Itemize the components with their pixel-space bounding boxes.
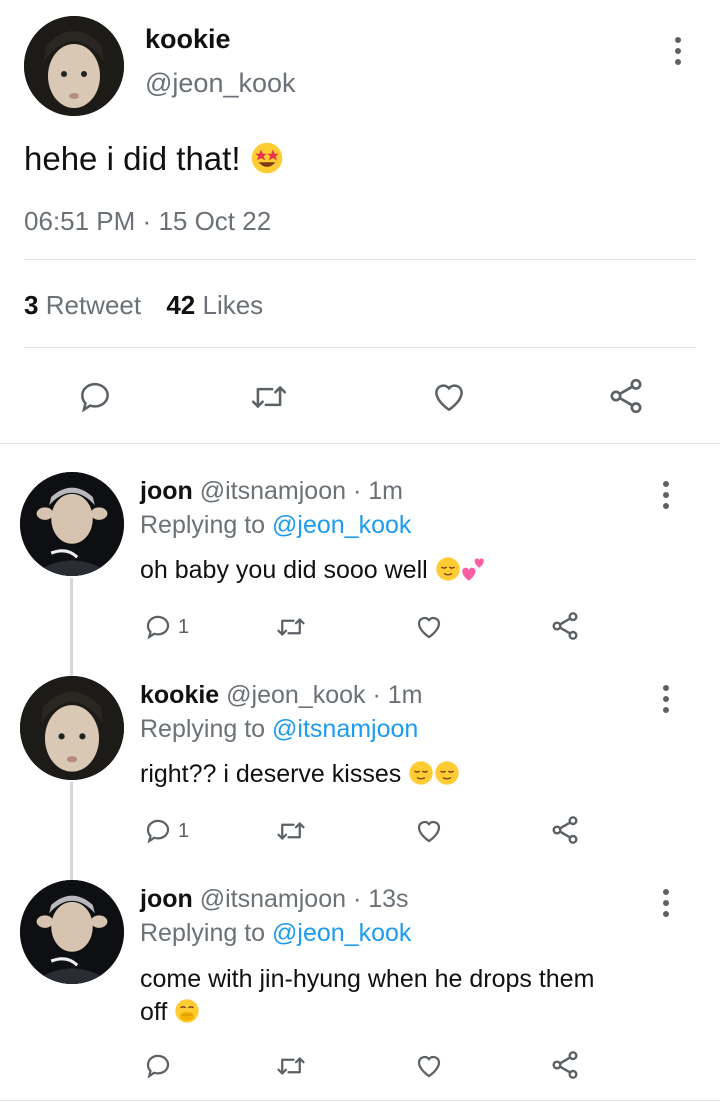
tweet-text: hehe i did that! — [24, 140, 284, 178]
retweet-icon[interactable] — [248, 378, 290, 416]
like-count: 42 — [166, 290, 196, 320]
tweet-text-content: hehe i did that! — [24, 140, 241, 177]
reply-text: right?? i deserve kisses — [140, 760, 460, 789]
reply-count: 1 — [178, 616, 190, 638]
divider — [0, 443, 720, 444]
like-icon[interactable] — [413, 1051, 445, 1081]
avatar[interactable] — [24, 16, 124, 116]
avatar[interactable] — [20, 472, 124, 576]
relieved-face-emoji — [434, 760, 460, 786]
handle[interactable]: @itsnamjoon — [200, 885, 346, 913]
like-stat[interactable]: 42 Likes — [166, 290, 263, 320]
reply-icon[interactable] — [143, 612, 173, 642]
divider — [24, 259, 696, 260]
reply-text: come with jin-hyung when he drops them o… — [140, 963, 700, 1029]
reply-text-line-2: off — [140, 996, 700, 1029]
retweet-count: 3 — [24, 290, 39, 320]
star-struck-emoji — [250, 141, 284, 175]
share-icon[interactable] — [549, 610, 581, 642]
display-name[interactable]: kookie — [145, 24, 231, 55]
reply-time: · 1m — [352, 477, 403, 505]
reply-header: joon @itsnamjoon · 13s — [140, 885, 409, 914]
like-label: Likes — [202, 290, 264, 320]
relieved-face-emoji — [435, 556, 461, 582]
handle[interactable]: @jeon_kook — [226, 681, 365, 709]
tweet-stats: 3 Retweet 42 Likes — [24, 290, 263, 321]
display-name[interactable]: kookie — [140, 681, 219, 709]
date: 15 Oct 22 — [158, 206, 272, 236]
replying-prefix: Replying to — [140, 511, 266, 539]
handle[interactable]: @itsnamjoon — [200, 477, 346, 505]
timestamp: 06:51 PM · 15 Oct 22 — [24, 206, 271, 237]
more-options-icon[interactable] — [662, 481, 670, 514]
reply-text-content: off — [140, 998, 168, 1026]
hand-over-mouth-emoji — [174, 998, 200, 1024]
retweet-icon[interactable] — [274, 612, 308, 642]
display-name[interactable]: joon — [140, 477, 193, 505]
relieved-face-emoji — [408, 760, 434, 786]
replying-to-link[interactable]: @jeon_kook — [272, 511, 411, 539]
separator: · — [142, 206, 152, 236]
reply-header: joon @itsnamjoon · 1m — [140, 477, 403, 506]
replying-to: Replying to @itsnamjoon — [140, 715, 418, 744]
replying-to: Replying to @jeon_kook — [140, 919, 411, 948]
retweet-icon[interactable] — [274, 1051, 308, 1081]
replying-to-link[interactable]: @itsnamjoon — [272, 715, 418, 743]
reply-time: · 1m — [372, 681, 423, 709]
thread-line — [70, 578, 73, 676]
share-icon[interactable] — [606, 376, 646, 416]
handle[interactable]: @jeon_kook — [145, 68, 296, 99]
more-options-icon[interactable] — [662, 889, 670, 922]
retweet-label: Retweet — [45, 290, 142, 320]
more-options-icon[interactable] — [662, 685, 670, 718]
replying-prefix: Replying to — [140, 715, 266, 743]
display-name[interactable]: joon — [140, 885, 193, 913]
reply-text-content: oh baby you did sooo well — [140, 556, 428, 584]
reply-text-line: come with jin-hyung when he drops them — [140, 965, 595, 993]
replying-to-link[interactable]: @jeon_kook — [272, 919, 411, 947]
like-icon[interactable] — [413, 612, 445, 642]
divider — [24, 347, 696, 348]
like-icon[interactable] — [413, 816, 445, 846]
reply-count: 1 — [178, 820, 190, 842]
reply-time: · 13s — [352, 885, 409, 913]
reply-text-content: right?? i deserve kisses — [140, 760, 402, 788]
retweet-stat[interactable]: 3 Retweet — [24, 290, 148, 320]
reply-icon[interactable] — [143, 1051, 173, 1081]
reply-icon[interactable] — [143, 816, 173, 846]
divider — [0, 1100, 720, 1101]
more-options-icon[interactable] — [674, 37, 682, 70]
share-icon[interactable] — [549, 1049, 581, 1081]
reply-header: kookie @jeon_kook · 1m — [140, 681, 422, 710]
share-icon[interactable] — [549, 814, 581, 846]
reply-text: oh baby you did sooo well — [140, 556, 487, 585]
retweet-icon[interactable] — [274, 816, 308, 846]
avatar[interactable] — [20, 676, 124, 780]
avatar[interactable] — [20, 880, 124, 984]
reply-icon[interactable] — [76, 378, 114, 416]
time: 06:51 PM — [24, 206, 136, 236]
replying-to: Replying to @jeon_kook — [140, 511, 411, 540]
like-icon[interactable] — [429, 378, 469, 416]
two-hearts-emoji — [461, 556, 487, 582]
thread-line — [70, 782, 73, 880]
replying-prefix: Replying to — [140, 919, 266, 947]
